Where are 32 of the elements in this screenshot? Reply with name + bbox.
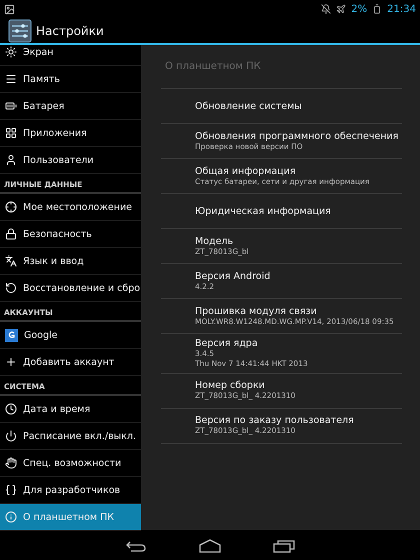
restore-icon [5,282,17,294]
home-icon[interactable] [199,539,221,553]
battery-percent: 2% [351,4,368,14]
sidebar-item[interactable]: Google [0,322,141,349]
hand-icon [5,457,17,469]
preference-item[interactable]: Обновление системы [161,89,402,124]
language-icon [5,255,17,267]
airplane-icon [336,4,346,14]
google-icon [5,328,18,342]
crosshair-icon [5,201,17,213]
sliders-icon[interactable] [8,18,32,42]
recent-apps-icon[interactable] [273,539,295,553]
muted-icon [321,4,332,14]
braces-icon [5,484,17,496]
plus-icon [5,356,17,368]
sun-icon [5,46,17,58]
back-icon[interactable] [125,539,147,553]
info-icon [5,511,17,523]
picture-icon [4,4,15,14]
app-title: Настройки [36,24,104,38]
lock-icon [5,228,17,240]
list-icon [5,73,17,85]
preference-item[interactable]: Юридическая информация [161,194,402,229]
battery-icon [5,100,17,112]
panel-header: О планшетном ПК [161,45,402,89]
clock-time: 21:34 [387,4,416,14]
power-icon [5,430,17,442]
clock-icon [5,403,17,415]
person-icon [5,154,17,166]
battery-icon [372,4,382,14]
grid-icon [5,127,17,139]
sidebar-item[interactable]: О планшетном ПК [0,504,141,531]
